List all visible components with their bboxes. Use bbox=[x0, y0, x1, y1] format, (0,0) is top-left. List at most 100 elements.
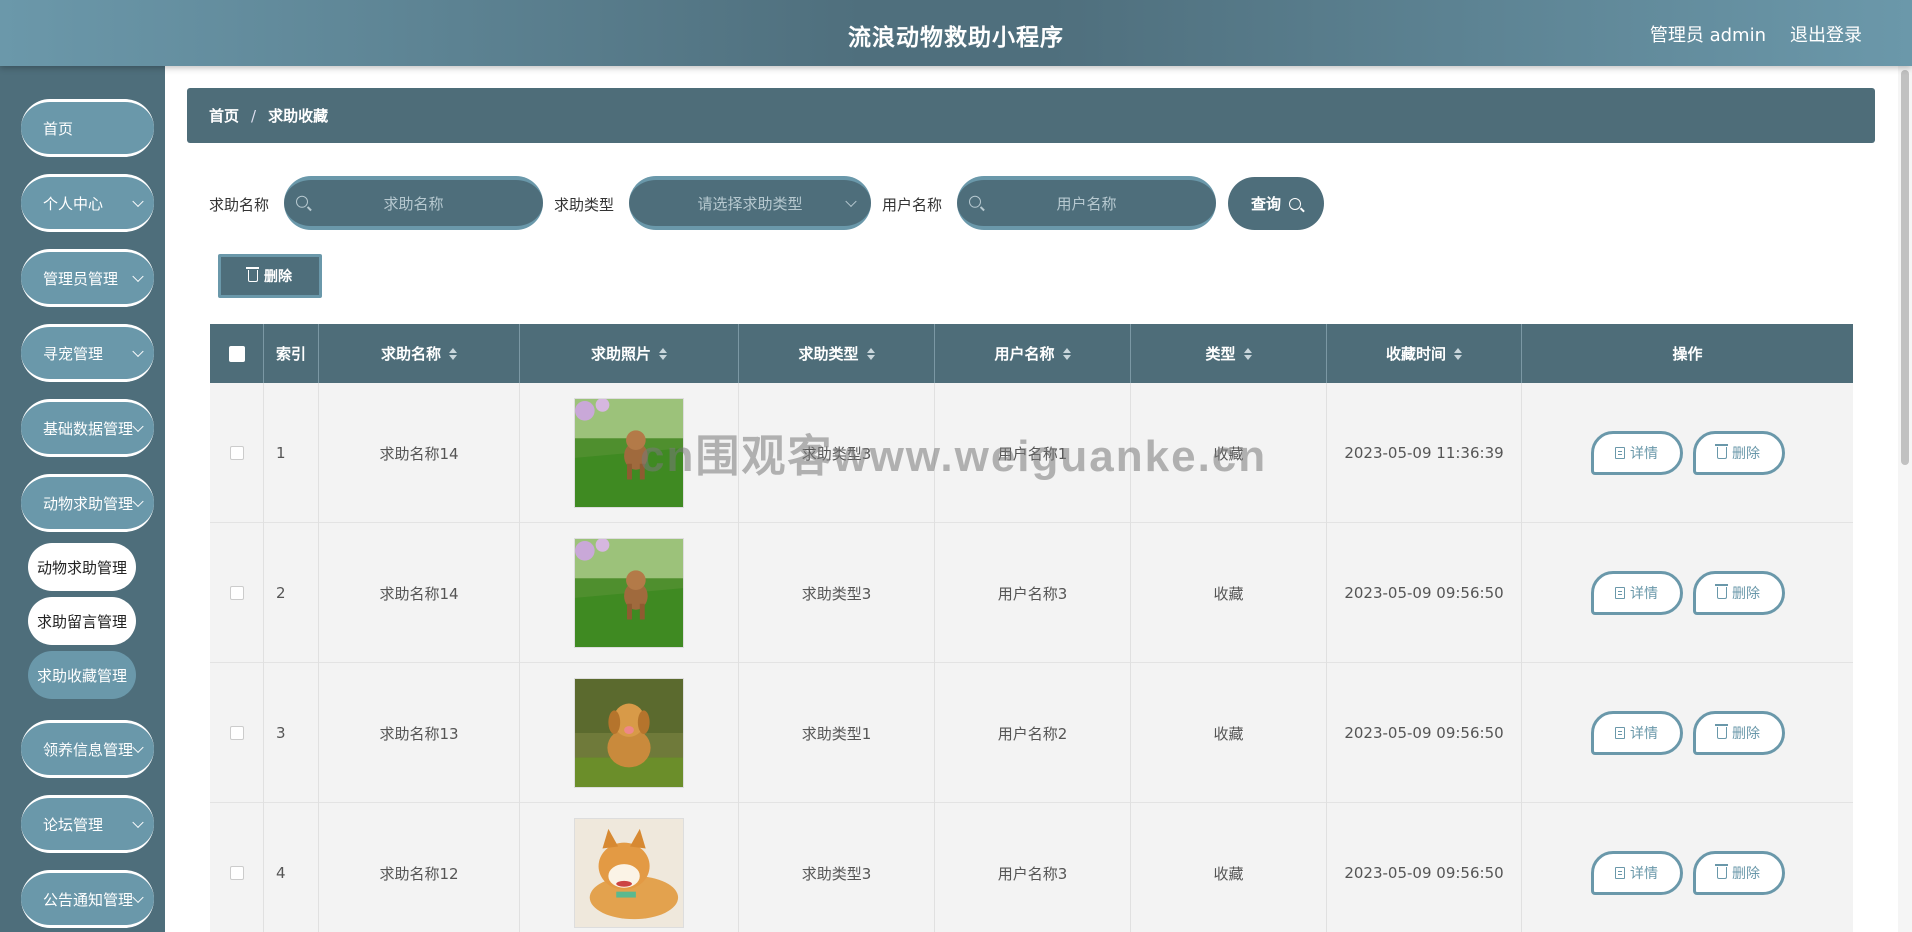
sort-icon[interactable] bbox=[1454, 347, 1462, 361]
row-checkbox[interactable] bbox=[229, 726, 244, 740]
cell-actions: 详情 删除 bbox=[1522, 383, 1853, 523]
cell-help-photo bbox=[520, 663, 739, 803]
trash-icon bbox=[1715, 584, 1728, 599]
breadcrumb-current: 求助收藏 bbox=[268, 107, 329, 125]
row-select-cell bbox=[210, 663, 264, 803]
chevron-down-icon bbox=[132, 495, 144, 508]
sidebar-item-home[interactable]: 首页 bbox=[21, 99, 154, 157]
detail-button[interactable]: 详情 bbox=[1590, 431, 1683, 475]
sidebar-item-forum[interactable]: 论坛管理 bbox=[21, 795, 154, 853]
user-name-input[interactable]: 用户名称 bbox=[957, 176, 1216, 230]
help-type-select[interactable]: 请选择求助类型 bbox=[629, 176, 871, 230]
sort-icon[interactable] bbox=[1243, 347, 1252, 361]
sort-icon[interactable] bbox=[449, 347, 457, 361]
delete-button[interactable]: 删除 bbox=[1692, 571, 1785, 615]
col-user-name[interactable]: 用户名称 bbox=[935, 324, 1131, 383]
document-icon bbox=[1615, 867, 1625, 879]
select-all-checkbox[interactable] bbox=[228, 345, 245, 362]
cell-user-name: 用户名称3 bbox=[935, 523, 1131, 663]
delete-button[interactable]: 删除 bbox=[1692, 711, 1785, 755]
sidebar-item-base-data[interactable]: 基础数据管理 bbox=[21, 399, 154, 457]
col-kind[interactable]: 类型 bbox=[1131, 324, 1327, 383]
query-button[interactable]: 查询 bbox=[1228, 177, 1324, 230]
cell-help-type: 求助类型1 bbox=[739, 663, 935, 803]
detail-button[interactable]: 详情 bbox=[1590, 711, 1683, 755]
page-scrollbar-thumb[interactable] bbox=[1901, 70, 1909, 465]
sidebar-item-label: 论坛管理 bbox=[43, 815, 104, 834]
breadcrumb-separator: / bbox=[251, 106, 257, 125]
sort-icon[interactable] bbox=[659, 347, 667, 361]
poodle-photo[interactable] bbox=[574, 398, 684, 508]
cell-fav-time: 2023-05-09 09:56:50 bbox=[1327, 663, 1522, 803]
sidebar-item-personal-center[interactable]: 个人中心 bbox=[21, 174, 154, 232]
cell-index: 4 bbox=[264, 803, 319, 932]
sidebar-item-pet-search[interactable]: 寻宠管理 bbox=[21, 324, 154, 382]
help-name-placeholder: 求助名称 bbox=[383, 194, 444, 213]
chevron-down-icon bbox=[132, 195, 144, 208]
sidebar-subitem-label: 求助留言管理 bbox=[37, 612, 128, 631]
golden-retriever-photo[interactable] bbox=[574, 678, 684, 788]
document-icon bbox=[1615, 447, 1625, 459]
col-help-name[interactable]: 求助名称 bbox=[319, 324, 520, 383]
help-type-placeholder: 请选择求助类型 bbox=[697, 194, 803, 213]
search-icon bbox=[1289, 197, 1301, 210]
sort-icon[interactable] bbox=[1062, 347, 1071, 361]
sidebar-subitem-label: 动物求助管理 bbox=[37, 558, 128, 577]
sidebar-subitem-help-favorites[interactable]: 求助收藏管理 bbox=[28, 651, 137, 699]
poodle-photo[interactable] bbox=[574, 538, 684, 648]
row-checkbox[interactable] bbox=[229, 866, 244, 880]
delete-button[interactable]: 删除 bbox=[1692, 431, 1785, 475]
chevron-down-icon bbox=[132, 420, 144, 433]
detail-button-label: 详情 bbox=[1630, 446, 1658, 462]
col-user-name-label: 用户名称 bbox=[994, 345, 1055, 363]
sidebar-item-label: 领养信息管理 bbox=[43, 740, 134, 759]
sidebar-item-adoption[interactable]: 领养信息管理 bbox=[21, 720, 154, 778]
select-all-cell bbox=[210, 324, 264, 383]
sidebar-item-label: 首页 bbox=[43, 119, 74, 138]
col-index-label: 索引 bbox=[275, 345, 306, 363]
detail-button-label: 详情 bbox=[1630, 726, 1658, 742]
sidebar-item-announcements[interactable]: 公告通知管理 bbox=[21, 870, 154, 928]
chevron-down-icon bbox=[845, 195, 857, 208]
document-icon bbox=[1615, 587, 1625, 599]
row-select-cell bbox=[210, 803, 264, 932]
sidebar-item-label: 动物求助管理 bbox=[43, 494, 134, 513]
detail-button[interactable]: 详情 bbox=[1590, 571, 1683, 615]
row-checkbox[interactable] bbox=[229, 586, 244, 600]
detail-button[interactable]: 详情 bbox=[1590, 851, 1683, 895]
table-row: 2 求助名称14 求助类型3 用户名称3 收藏 2023-05-09 09:56… bbox=[210, 523, 1853, 663]
cell-actions: 详情 删除 bbox=[1522, 523, 1853, 663]
col-help-type[interactable]: 求助类型 bbox=[739, 324, 935, 383]
sidebar-subitem-help-messages[interactable]: 求助留言管理 bbox=[28, 597, 137, 645]
shiba-inu-photo[interactable] bbox=[574, 818, 684, 928]
sidebar-item-label: 公告通知管理 bbox=[43, 890, 134, 909]
cell-index: 3 bbox=[264, 663, 319, 803]
detail-button-label: 详情 bbox=[1630, 586, 1658, 602]
delete-button-label: 删除 bbox=[1732, 866, 1760, 882]
chevron-down-icon bbox=[132, 816, 144, 829]
sidebar-item-label: 管理员管理 bbox=[43, 269, 119, 288]
cell-help-photo bbox=[520, 803, 739, 932]
sidebar-item-animal-help[interactable]: 动物求助管理 bbox=[21, 474, 154, 532]
delete-button[interactable]: 删除 bbox=[1692, 851, 1785, 895]
help-name-input[interactable]: 求助名称 bbox=[284, 176, 543, 230]
cell-help-name: 求助名称14 bbox=[319, 383, 520, 523]
table-header: 索引 求助名称 求助照片 求助类型 用户名称 类型 收藏时间 操作 bbox=[210, 324, 1853, 383]
bulk-delete-button[interactable]: 删除 bbox=[218, 254, 322, 298]
row-checkbox[interactable] bbox=[229, 446, 244, 460]
cell-fav-time: 2023-05-09 09:56:50 bbox=[1327, 803, 1522, 932]
col-help-photo[interactable]: 求助照片 bbox=[520, 324, 739, 383]
cell-index: 2 bbox=[264, 523, 319, 663]
cell-kind: 收藏 bbox=[1131, 523, 1327, 663]
sidebar-subitem-animal-help[interactable]: 动物求助管理 bbox=[28, 543, 137, 591]
col-actions: 操作 bbox=[1522, 324, 1853, 383]
sidebar-item-admin-management[interactable]: 管理员管理 bbox=[21, 249, 154, 307]
chevron-down-icon bbox=[132, 270, 144, 283]
breadcrumb-home[interactable]: 首页 bbox=[209, 105, 239, 126]
help-type-label: 求助类型 bbox=[554, 196, 615, 214]
logout-link[interactable]: 退出登录 bbox=[1790, 21, 1862, 47]
cell-user-name: 用户名称1 bbox=[935, 383, 1131, 523]
delete-button-label: 删除 bbox=[1732, 586, 1760, 602]
sort-icon[interactable] bbox=[866, 347, 875, 361]
col-fav-time[interactable]: 收藏时间 bbox=[1327, 324, 1522, 383]
